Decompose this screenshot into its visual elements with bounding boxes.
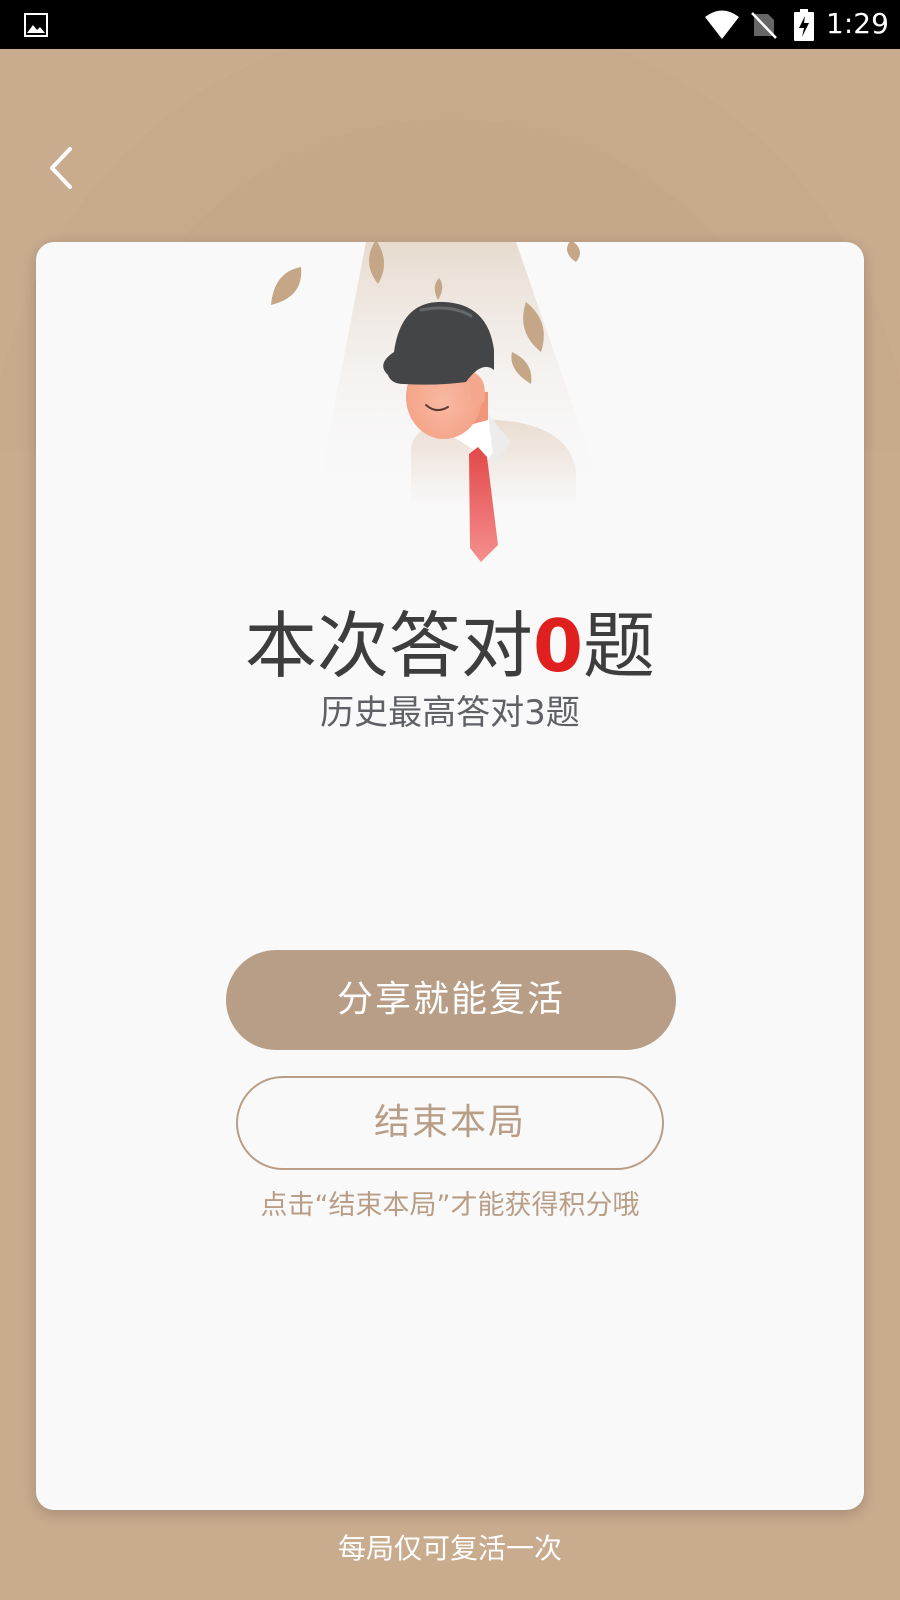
status-bar: 1:29 <box>0 0 900 49</box>
revive-limit-note: 每局仅可复活一次 <box>337 1532 562 1565</box>
score-suffix: 题 <box>583 604 656 688</box>
best-score-text: 历史最高答对3题 <box>320 693 580 733</box>
back-button[interactable] <box>36 136 84 200</box>
gallery-icon <box>24 13 48 37</box>
no-sim-icon <box>751 12 777 39</box>
end-game-hint: 点击“结束本局”才能获得积分哦 <box>260 1190 640 1221</box>
battery-charging-icon <box>794 9 814 41</box>
end-game-button[interactable]: 结束本局 <box>236 1076 664 1170</box>
wifi-icon <box>705 10 739 39</box>
score-title: 本次答对0题 <box>36 598 864 694</box>
sad-man-illustration <box>271 242 606 562</box>
share-revive-button[interactable]: 分享就能复活 <box>226 950 676 1050</box>
chevron-left-icon <box>50 147 72 189</box>
status-time: 1:29 <box>826 7 889 40</box>
score-prefix: 本次答对 <box>244 604 533 688</box>
result-card: 本次答对0题 历史最高答对3题 分享就能复活 结束本局 点击“结束本局”才能获得… <box>36 242 864 1510</box>
score-count: 0 <box>532 604 584 688</box>
